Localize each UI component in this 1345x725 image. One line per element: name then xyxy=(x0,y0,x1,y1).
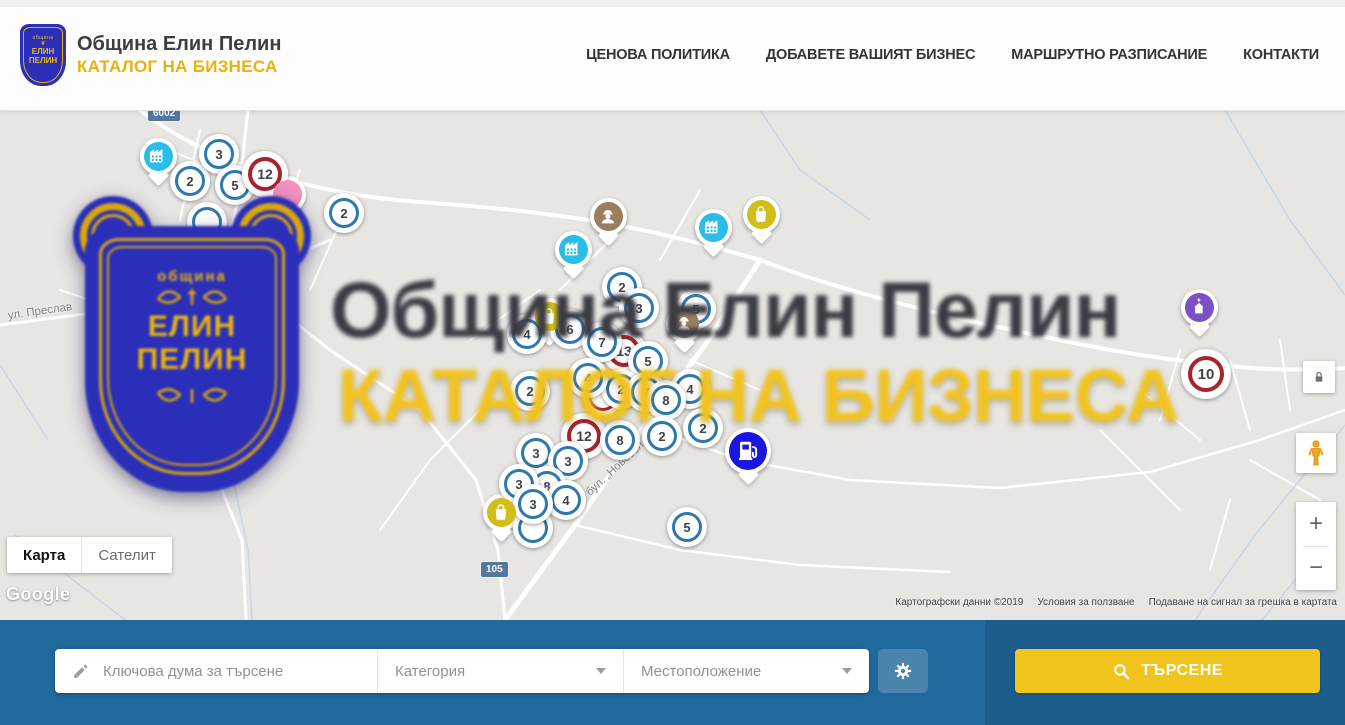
nav-item-1[interactable]: ЦЕНОВА ПОЛИТИКА xyxy=(586,47,730,63)
nav-item-3[interactable]: МАРШРУТНО РАЗПИСАНИЕ xyxy=(1011,47,1207,63)
logo-ornament-icon xyxy=(152,285,232,311)
top-strip xyxy=(0,0,1345,7)
map-attribution: Картографски данни ©2019 Условия за полз… xyxy=(895,597,1337,608)
factory-icon xyxy=(699,213,728,242)
google-logo[interactable]: Google xyxy=(6,584,70,605)
logo-ornament-bottom-icon xyxy=(152,383,232,409)
municipality-logo: община ❦ ЕЛИН ПЕЛИН xyxy=(20,24,66,86)
bag-pin-marker[interactable] xyxy=(743,196,780,233)
bag-icon xyxy=(487,498,516,527)
pegman-control[interactable] xyxy=(1296,433,1336,473)
location-select[interactable]: Местоположение xyxy=(623,649,869,693)
church-pin-marker[interactable] xyxy=(1181,289,1218,326)
watermark-logo-name1: ЕЛИН xyxy=(148,311,236,343)
map-canvas[interactable]: ул. Преславбул. „Новосел6002105 235122 2… xyxy=(0,110,1345,620)
search-input-group: Категория Местоположение xyxy=(55,649,869,693)
category-select-value: Категория xyxy=(395,663,465,680)
cluster-marker[interactable]: 10 xyxy=(1181,349,1231,399)
cluster-marker[interactable]: 3 xyxy=(513,484,553,524)
keyword-input[interactable] xyxy=(101,662,377,681)
cluster-count: 5 xyxy=(672,512,702,542)
category-select[interactable]: Категория xyxy=(377,649,623,693)
street-view-lock-control[interactable] xyxy=(1303,361,1335,393)
chevron-down-icon xyxy=(842,668,852,674)
map-type-map-button[interactable]: Карта xyxy=(7,537,81,573)
main-nav: ЦЕНОВА ПОЛИТИКА ДОБАВЕТЕ ВАШИЯТ БИЗНЕС МАР… xyxy=(586,47,1319,63)
brand[interactable]: община ❦ ЕЛИН ПЕЛИН Община Елин Пелин КА… xyxy=(20,24,281,86)
pegman-icon xyxy=(1304,439,1328,467)
factory-icon xyxy=(144,142,173,171)
zoom-out-button[interactable]: − xyxy=(1296,547,1336,591)
cluster-marker[interactable]: 5 xyxy=(667,507,707,547)
factory-pin-marker[interactable] xyxy=(695,209,732,246)
cluster-count: 2 xyxy=(329,198,359,228)
location-select-value: Местоположение xyxy=(641,663,761,680)
factory-pin-marker[interactable] xyxy=(140,138,177,175)
watermark-shield: община ЕЛИН ПЕЛИН xyxy=(85,226,299,492)
municipality-logo-inner: община ❦ ЕЛИН ПЕЛИН xyxy=(23,27,63,83)
logo-name-line2: ПЕЛИН xyxy=(24,56,62,65)
pencil-icon xyxy=(72,663,89,680)
cluster-count: 10 xyxy=(1188,356,1224,392)
report-error-link[interactable]: Подаване на сигнал за грешка в картата xyxy=(1149,597,1337,608)
page: община ❦ ЕЛИН ПЕЛИН Община Елин Пелин КА… xyxy=(0,0,1345,725)
search-button-label: ТЪРСЕНЕ xyxy=(1141,662,1223,680)
map-type-control: Карта Сателит xyxy=(7,537,172,573)
site-title: Община Елин Пелин xyxy=(77,33,281,56)
chevron-down-icon xyxy=(596,668,606,674)
cluster-marker[interactable]: 2 xyxy=(324,193,364,233)
bag-icon xyxy=(747,200,776,229)
cluster-count: 2 xyxy=(175,166,205,196)
nav-item-2[interactable]: ДОБАВЕТЕ ВАШИЯТ БИЗНЕС xyxy=(766,47,975,63)
factory-icon xyxy=(559,235,588,264)
lock-icon xyxy=(1311,369,1327,385)
cluster-count: 3 xyxy=(521,438,551,468)
terms-link[interactable]: Условия за ползване xyxy=(1037,597,1134,608)
church-icon xyxy=(1185,293,1214,322)
search-icon xyxy=(1112,662,1131,681)
site-subtitle: КАТАЛОГ НА БИЗНЕСА xyxy=(77,57,281,77)
brand-text: Община Елин Пелин КАТАЛОГ НА БИЗНЕСА xyxy=(77,33,281,77)
cluster-count: 4 xyxy=(551,485,581,515)
watermark-title: Община Елин Пелин xyxy=(330,264,1120,356)
watermark-logo-name2: ПЕЛИН xyxy=(137,343,248,377)
zoom-control: + − xyxy=(1296,502,1336,590)
nav-item-4[interactable]: КОНТАКТИ xyxy=(1243,47,1319,63)
cluster-count: 3 xyxy=(518,489,548,519)
cluster-count: 3 xyxy=(204,139,234,169)
worker-pin-marker[interactable] xyxy=(590,198,627,235)
attribution-copyright: Картографски данни ©2019 xyxy=(895,597,1023,608)
logo-name-line1: ЕЛИН xyxy=(24,47,62,56)
zoom-in-button[interactable]: + xyxy=(1296,502,1336,546)
factory-pin-marker[interactable] xyxy=(555,231,592,268)
map-type-satellite-button[interactable]: Сателит xyxy=(81,537,172,573)
header: община ❦ ЕЛИН ПЕЛИН Община Елин Пелин КА… xyxy=(0,0,1345,111)
watermark-logo-top-text: община xyxy=(157,268,227,285)
search-button[interactable]: ТЪРСЕНЕ xyxy=(1015,649,1320,693)
worker-icon xyxy=(594,202,623,231)
keyword-field xyxy=(55,649,377,693)
advanced-settings-button[interactable] xyxy=(878,649,928,693)
search-bar: Категория Местоположение xyxy=(0,620,1345,725)
watermark-subtitle: КАТАЛОГ НА БИЗНЕСА xyxy=(338,353,1179,438)
watermark-logo: община ЕЛИН ПЕЛИН xyxy=(85,218,299,492)
gear-icon xyxy=(892,660,914,682)
